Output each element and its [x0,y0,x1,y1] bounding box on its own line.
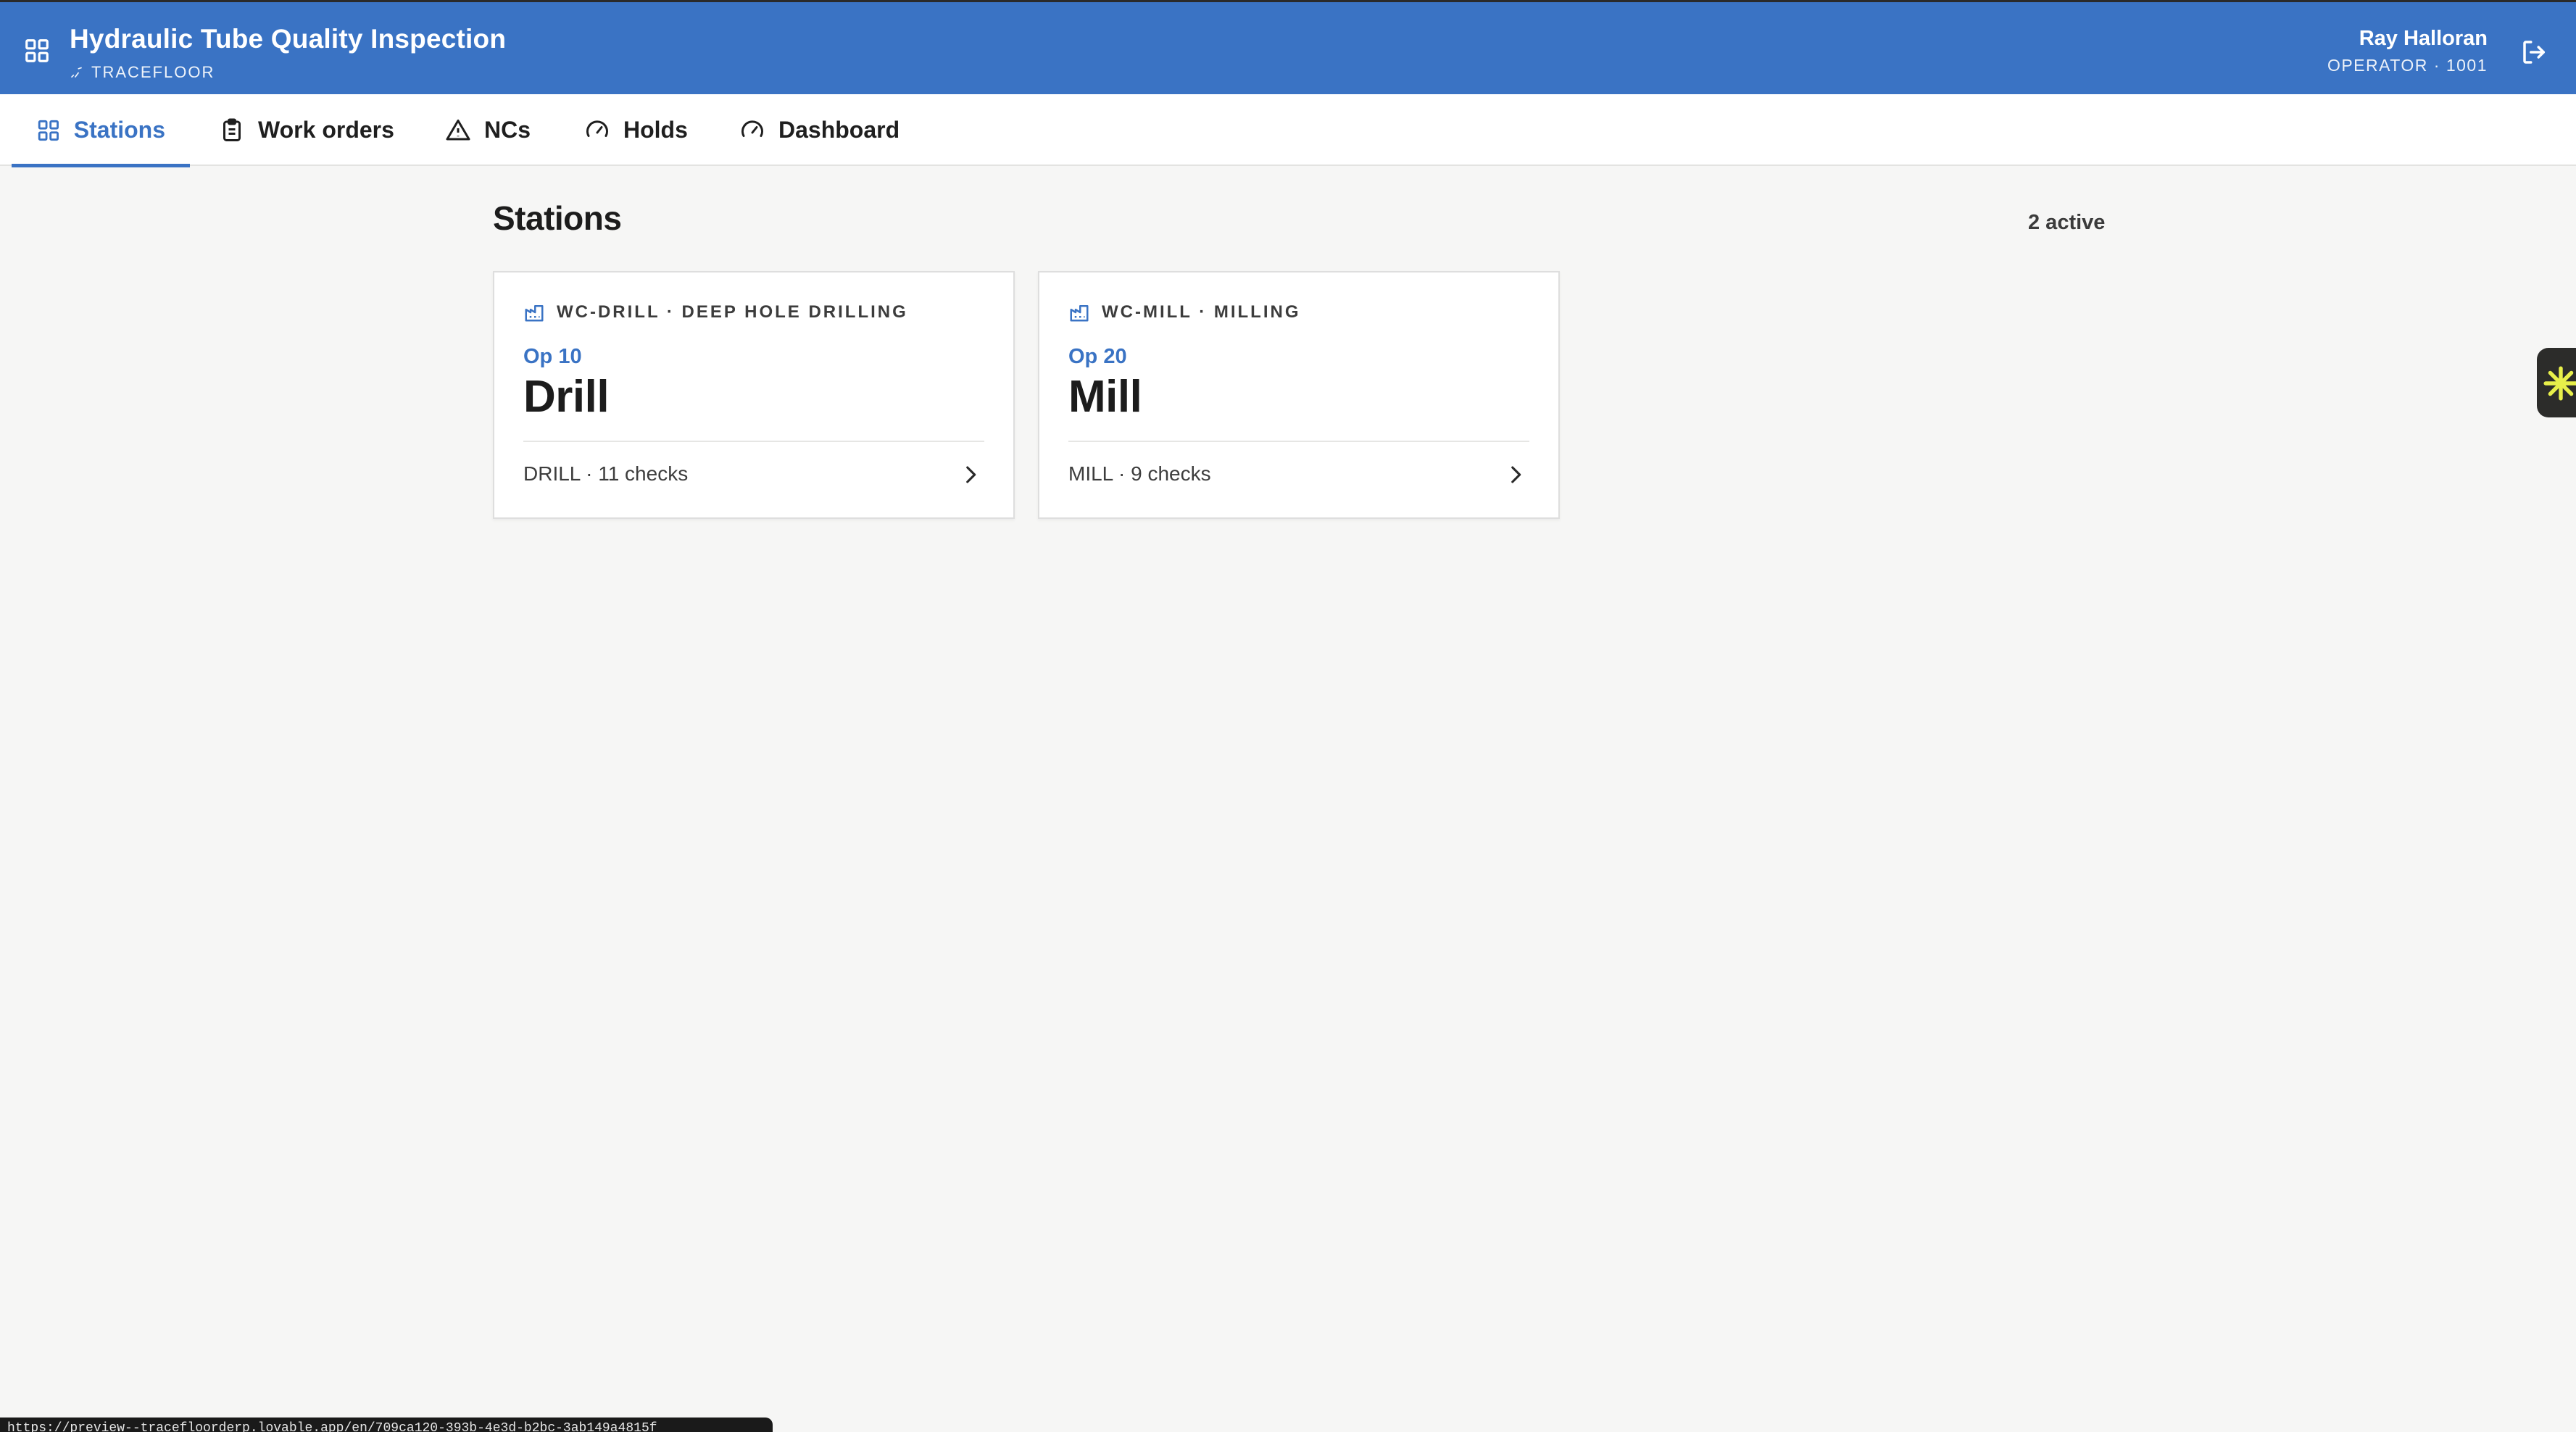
warning-icon [446,119,470,140]
workcenter-text: WC-MILL · MILLING [1102,302,1301,322]
station-card-mill[interactable]: WC-MILL · MILLING Op 20 Mill MILL · 9 ch… [1038,271,1560,519]
station-meta: DRILL · 11 checks [523,462,689,485]
user-name: Ray Halloran [2359,27,2488,50]
gauge-icon [741,120,763,137]
app-header: Hydraulic Tube Quality Inspection TRACEF… [0,0,2576,94]
op-number: Op 10 [523,345,582,368]
app-subtitle-text: TRACEFLOOR [91,63,215,81]
user-role: OPERATOR · 1001 [2327,56,2488,75]
page-title: Stations [493,199,622,237]
tab-ncs[interactable]: NCs [420,94,555,166]
station-name: Mill [1068,372,1142,422]
workcenter-label: WC-DRILL · DEEP HOLE DRILLING [523,301,908,323]
station-card-drill[interactable]: WC-DRILL · DEEP HOLE DRILLING Op 10 Dril… [493,271,1015,519]
factory-icon [1070,305,1089,322]
sparkle-icon [2543,366,2576,401]
tab-work-orders[interactable]: Work orders [194,94,419,166]
app-subtitle: TRACEFLOOR [70,63,215,82]
chevron-right-icon [966,466,976,483]
tab-dashboard[interactable]: Dashboard [715,94,924,166]
workcenter-label: WC-MILL · MILLING [1068,301,1301,323]
workcenter-text: WC-DRILL · DEEP HOLE DRILLING [557,302,908,322]
tab-label: Holds [623,117,688,143]
tab-label: Stations [73,117,165,143]
chevron-right-icon [1511,466,1521,483]
assistant-widget[interactable] [2537,348,2576,417]
divider [523,441,984,442]
gauge-icon [586,120,608,137]
tab-label: Work orders [258,117,394,143]
grid-icon[interactable] [23,37,51,64]
grid-icon [38,120,59,141]
divider [1068,441,1529,442]
tab-label: Dashboard [778,117,900,143]
op-number: Op 20 [1068,345,1127,368]
logout-icon[interactable] [2519,37,2550,67]
status-url: https://preview--tracefloorderp.lovable.… [0,1418,773,1432]
factory-icon [525,305,544,322]
app-title: Hydraulic Tube Quality Inspection [70,24,507,54]
wave-icon [70,67,82,78]
active-count: 2 active [2028,211,2106,234]
clipboard-icon [223,118,241,141]
tab-label: NCs [484,117,531,143]
station-meta: MILL · 9 checks [1068,462,1211,485]
tab-bar: Stations Work orders NCs Holds Dashboard [0,94,2576,167]
station-name: Drill [523,372,610,422]
tab-holds[interactable]: Holds [560,94,712,166]
tab-stations[interactable]: Stations [12,94,190,167]
